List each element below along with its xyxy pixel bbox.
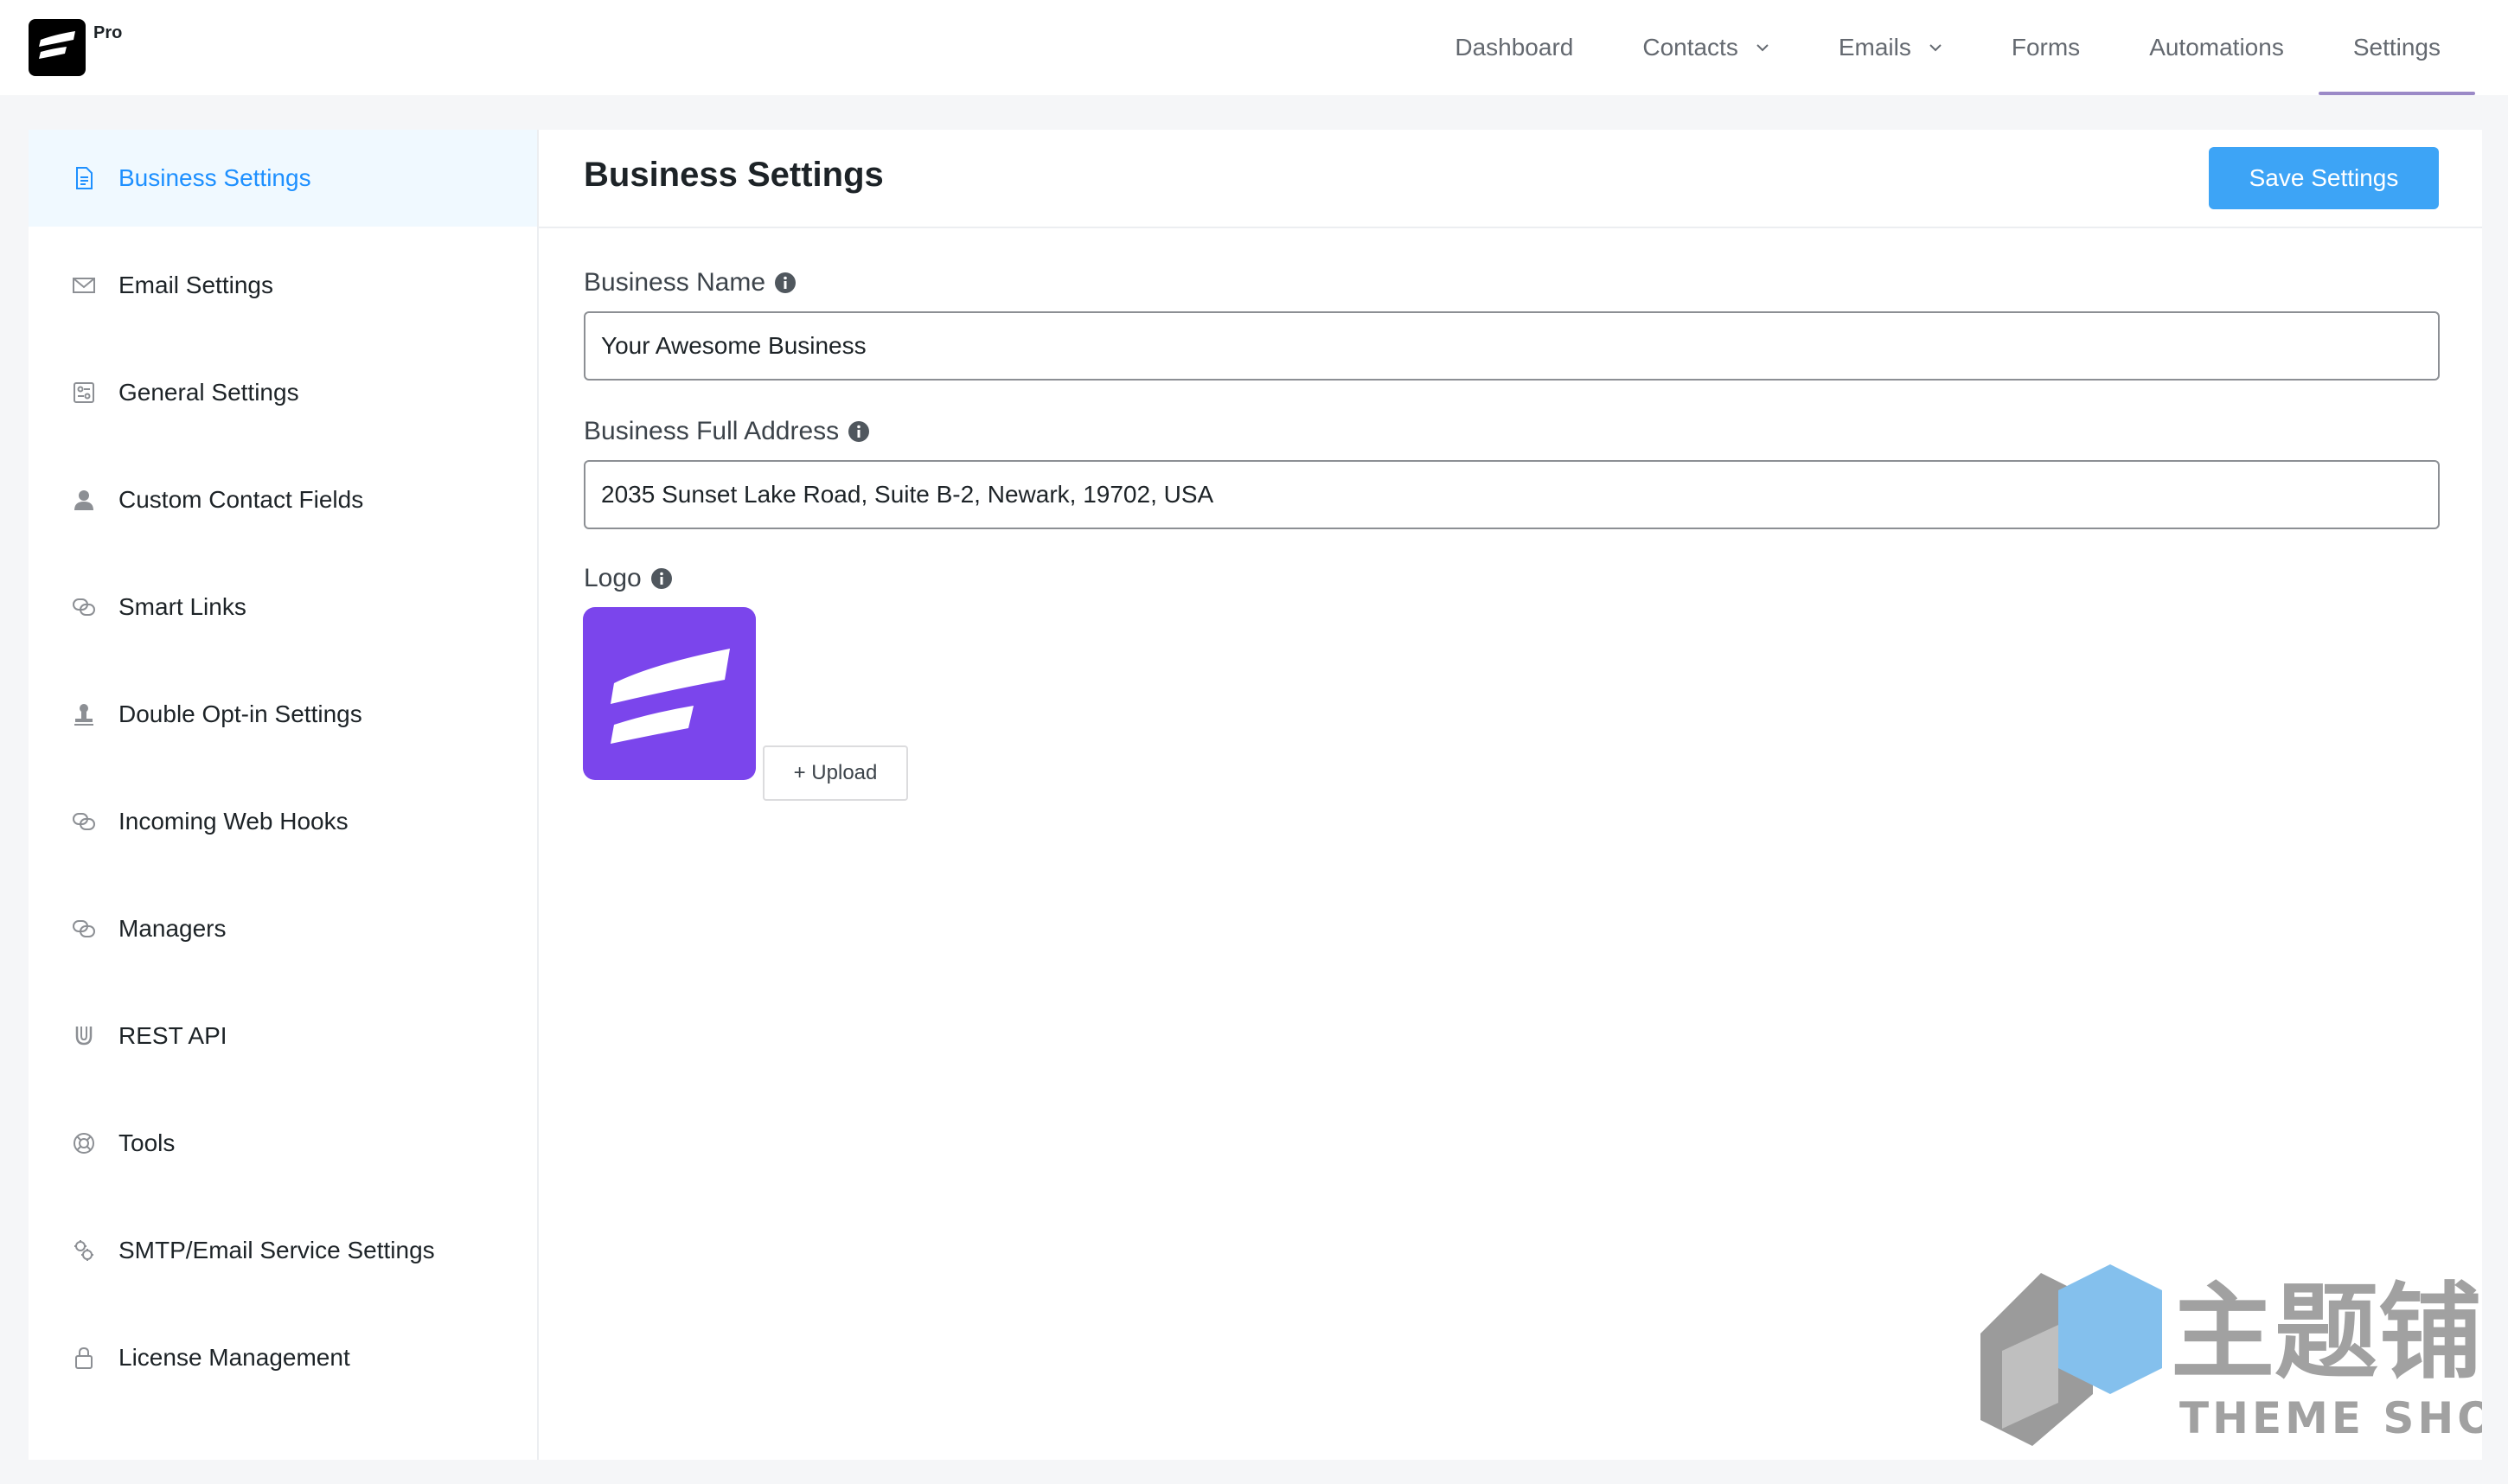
sidebar-item-label: Double Opt-in Settings [118, 700, 362, 727]
lifebuoy-icon [70, 1129, 98, 1157]
sidebar-item-smart-links[interactable]: Smart Links [29, 559, 537, 656]
nav-label: Dashboard [1455, 34, 1574, 61]
field-label-text: Business Name [584, 268, 766, 297]
document-icon [70, 164, 98, 192]
fluentcrm-logo-icon[interactable] [29, 19, 86, 76]
sidebar-item-smtp-email-service-settings[interactable]: SMTP/Email Service Settings [29, 1202, 537, 1299]
business-address-label: Business Full Address [584, 417, 870, 446]
business-settings-panel: Business Settings Save Settings Business… [539, 130, 2482, 1460]
sidebar-item-license-management[interactable]: License Management [29, 1309, 537, 1406]
sliders-icon [70, 379, 98, 406]
nav-dashboard[interactable]: Dashboard [1420, 0, 1608, 95]
sidebar-item-managers[interactable]: Managers [29, 880, 537, 977]
person-icon [70, 486, 98, 514]
sidebar-item-label: Incoming Web Hooks [118, 808, 349, 835]
page-title: Business Settings [584, 156, 884, 194]
lock-icon [70, 1344, 98, 1372]
watermark-text-en: THEME SHOP [2179, 1393, 2482, 1443]
sidebar-item-label: REST API [118, 1022, 227, 1049]
nav-label: Automations [2149, 34, 2284, 61]
chevron-down-icon [1929, 41, 1942, 54]
business-address-input[interactable] [584, 460, 2440, 529]
nav-emails[interactable]: Emails [1804, 0, 1977, 95]
field-label-text: Logo [584, 564, 642, 592]
info-icon[interactable] [848, 420, 870, 443]
sidebar-item-business-settings[interactable]: Business Settings [29, 130, 537, 227]
sidebar-item-custom-contact-fields[interactable]: Custom Contact Fields [29, 451, 537, 548]
sidebar-item-label: SMTP/Email Service Settings [118, 1237, 435, 1263]
top-navigation-bar: Pro Dashboard Contacts Emails Forms Auto… [0, 0, 2508, 95]
theme-shop-watermark: 主题铺 THEME SHOP [1963, 1264, 2482, 1455]
link-icon [70, 915, 98, 943]
settings-sidebar: Business Settings Email Settings General… [29, 130, 539, 1460]
sidebar-item-label: Tools [118, 1129, 176, 1156]
nav-automations[interactable]: Automations [2115, 0, 2319, 95]
main-nav: Dashboard Contacts Emails Forms Automati… [1420, 0, 2476, 95]
sidebar-item-rest-api[interactable]: REST API [29, 988, 537, 1084]
nav-label: Contacts [1642, 34, 1738, 61]
pro-badge: Pro [93, 23, 123, 42]
info-icon[interactable] [774, 272, 797, 294]
sidebar-item-label: Business Settings [118, 164, 311, 191]
link-icon [70, 593, 98, 621]
field-label-text: Business Full Address [584, 417, 840, 445]
sidebar-item-general-settings[interactable]: General Settings [29, 344, 537, 441]
business-name-input[interactable] [584, 311, 2440, 381]
logo-preview [583, 607, 756, 780]
sidebar-item-label: Smart Links [118, 593, 246, 620]
sidebar-item-label: General Settings [118, 379, 299, 406]
link-icon [70, 808, 98, 835]
sidebar-item-double-opt-in-settings[interactable]: Double Opt-in Settings [29, 666, 537, 763]
sidebar-item-label: Managers [118, 915, 227, 942]
stamp-icon [70, 700, 98, 728]
nav-label: Settings [2352, 34, 2441, 61]
nav-label: Forms [2011, 34, 2081, 61]
save-settings-button[interactable]: Save Settings [2209, 147, 2439, 209]
magnet-icon [70, 1022, 98, 1050]
nav-settings[interactable]: Settings [2318, 0, 2476, 95]
business-name-label: Business Name [584, 268, 797, 297]
nav-forms[interactable]: Forms [1977, 0, 2115, 95]
panel-header: Business Settings Save Settings [539, 130, 2482, 228]
sidebar-item-label: Custom Contact Fields [118, 486, 364, 513]
sidebar-item-tools[interactable]: Tools [29, 1095, 537, 1192]
sidebar-item-label: Email Settings [118, 272, 273, 298]
sidebar-item-label: License Management [118, 1344, 350, 1371]
sidebar-item-email-settings[interactable]: Email Settings [29, 237, 537, 334]
info-icon[interactable] [650, 567, 673, 590]
envelope-icon [70, 272, 98, 299]
gears-icon [70, 1237, 98, 1264]
logo-label: Logo [584, 564, 673, 593]
upload-logo-button[interactable]: + Upload [763, 745, 908, 801]
chevron-down-icon [1756, 41, 1769, 54]
sidebar-item-incoming-web-hooks[interactable]: Incoming Web Hooks [29, 773, 537, 870]
nav-contacts[interactable]: Contacts [1608, 0, 1804, 95]
watermark-text-cn: 主题铺 [2171, 1273, 2482, 1393]
nav-label: Emails [1838, 34, 1911, 61]
